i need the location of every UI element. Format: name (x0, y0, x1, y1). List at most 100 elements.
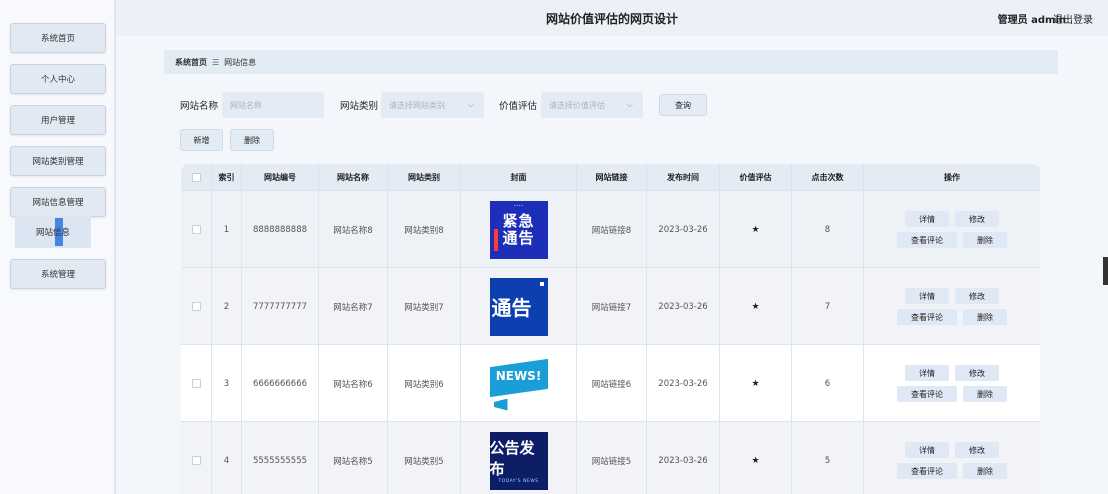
cover-cell: 公告发布 TODAY'S NEWS (461, 422, 577, 494)
row-select-cell (181, 345, 212, 422)
cover-text: 通告 (491, 296, 532, 320)
detail-button[interactable]: 详情 (905, 365, 949, 381)
site-name-placeholder: 网站名称 (230, 100, 262, 110)
delete-button[interactable]: 删除 (963, 386, 1007, 402)
row-select-cell (181, 422, 212, 494)
category-cell: 网站类别7 (388, 268, 461, 345)
date-cell: 2023-03-26 (647, 422, 720, 494)
actions-cell: 详情 修改 查看评论 删除 (864, 268, 1040, 345)
cover-image: •••• 紧急 通告 (489, 200, 548, 259)
sidebar-subitem-site-info[interactable]: 网站信息 (15, 216, 91, 248)
site-category-select[interactable]: 请选择网站类别 ⌵ (381, 92, 484, 118)
delete-button[interactable]: 删除 (963, 232, 1007, 248)
rating-cell: ★ (720, 268, 792, 345)
edit-button[interactable]: 修改 (955, 365, 999, 381)
view-comments-button[interactable]: 查看评论 (897, 386, 957, 402)
actions-cell: 详情 修改 查看评论 删除 (864, 345, 1040, 422)
row-checkbox[interactable] (191, 379, 201, 388)
cover-cell: •••• 紧急 通告 (461, 191, 577, 268)
detail-button[interactable]: 详情 (905, 442, 949, 458)
column-header: 网站链接 (577, 164, 647, 190)
top-header: 网站价值评估的网页设计 管理员 admin 退出登录 (116, 0, 1108, 36)
delete-button[interactable]: 删除 (963, 463, 1007, 479)
sidebar-item-site-info-management[interactable]: 网站信息管理 (10, 187, 106, 217)
breadcrumb-separator-icon: ☰ (212, 57, 220, 67)
table-row: 1 8888888888 网站名称8 网站类别8 •••• 紧急 通告 网站链接… (181, 190, 1040, 268)
link-cell[interactable]: 网站链接5 (577, 422, 647, 494)
sidebar-item-system[interactable]: 系统管理 (10, 259, 106, 289)
batch-delete-button[interactable]: 删除 (230, 129, 274, 151)
detail-button[interactable]: 详情 (905, 211, 949, 227)
category-cell: 网站类别5 (388, 422, 461, 494)
chevron-down-icon: ⌵ (626, 100, 633, 109)
rating-placeholder: 请选择价值评估 (549, 100, 605, 110)
sidebar-item-label: 系统管理 (40, 270, 75, 280)
cover-cell: 通告 (461, 268, 577, 345)
site-name-input[interactable]: 网站名称 (222, 92, 324, 118)
query-button[interactable]: 查询 (659, 94, 707, 116)
table-header: 索引 网站编号 网站名称 网站类别 封面 网站链接 发布时间 价值评估 点击次数… (181, 164, 1040, 190)
column-header: 索引 (212, 164, 242, 190)
sidebar-item-site-categories[interactable]: 网站类别管理 (10, 146, 106, 176)
sidebar-item-home[interactable]: 系统首页 (10, 23, 106, 53)
table-row: 3 6666666666 网站名称6 网站类别6 NEWS! 网站链接6 202… (181, 344, 1040, 422)
row-checkbox[interactable] (191, 225, 201, 234)
cover-text: 紧急 (502, 211, 535, 230)
column-header: 价值评估 (720, 164, 792, 190)
category-cell: 网站类别8 (388, 191, 461, 268)
site-category-label: 网站类别 (340, 101, 379, 112)
cover-decoration (493, 228, 498, 251)
cover-text: 通告 (502, 228, 535, 247)
breadcrumb-current: 网站信息 (224, 57, 257, 67)
site-name-label: 网站名称 (180, 101, 219, 112)
code-cell: 5555555555 (242, 422, 319, 494)
logout-link[interactable]: 退出登录 (1053, 11, 1093, 26)
column-header: 网站类别 (388, 164, 461, 190)
name-cell: 网站名称8 (319, 191, 388, 268)
row-checkbox[interactable] (191, 456, 201, 465)
select-all-checkbox[interactable] (191, 172, 201, 182)
rating-select[interactable]: 请选择价值评估 ⌵ (541, 92, 643, 118)
breadcrumb: 系统首页 ☰ 网站信息 (164, 50, 1058, 74)
cover-text: 公告发布 (489, 439, 535, 478)
name-cell: 网站名称5 (319, 422, 388, 494)
category-cell: 网站类别6 (388, 345, 461, 422)
row-checkbox[interactable] (191, 302, 201, 311)
rating-cell: ★ (720, 191, 792, 268)
edit-button[interactable]: 修改 (955, 442, 999, 458)
view-comments-button[interactable]: 查看评论 (897, 463, 957, 479)
column-header: 操作 (944, 172, 960, 182)
cover-text: NEWS! (495, 368, 542, 383)
actions-cell: 详情 修改 查看评论 删除 (864, 422, 1040, 494)
link-cell[interactable]: 网站链接8 (577, 191, 647, 268)
edit-button[interactable]: 修改 (955, 288, 999, 304)
add-button[interactable]: 新增 (180, 129, 223, 151)
sidebar: 系统首页 个人中心 用户管理 网站类别管理 网站信息管理 网站信息 系统管理 (0, 0, 116, 494)
date-cell: 2023-03-26 (647, 268, 720, 345)
column-header: 网站名称 (319, 164, 388, 190)
index-cell: 4 (212, 422, 242, 494)
sidebar-subitem-label: 网站信息 (35, 228, 70, 238)
link-cell[interactable]: 网站链接7 (577, 268, 647, 345)
breadcrumb-home[interactable]: 系统首页 (175, 57, 207, 68)
link-cell[interactable]: 网站链接6 (577, 345, 647, 422)
cover-image: NEWS! (489, 354, 548, 413)
detail-button[interactable]: 详情 (905, 288, 949, 304)
name-cell: 网站名称6 (319, 345, 388, 422)
code-cell: 8888888888 (242, 191, 319, 268)
sidebar-item-profile[interactable]: 个人中心 (10, 64, 106, 94)
view-comments-button[interactable]: 查看评论 (897, 309, 957, 325)
view-comments-button[interactable]: 查看评论 (897, 232, 957, 248)
cover-text: TODAY'S NEWS (498, 479, 539, 484)
edit-button[interactable]: 修改 (955, 211, 999, 227)
column-header: 点击次数 (792, 164, 864, 190)
clicks-cell: 7 (792, 268, 864, 345)
delete-button[interactable]: 删除 (963, 309, 1007, 325)
rating-label: 价值评估 (499, 101, 538, 112)
cover-cell: NEWS! (461, 345, 577, 422)
date-cell: 2023-03-26 (647, 345, 720, 422)
table-row: 4 5555555555 网站名称5 网站类别5 公告发布 TODAY'S NE… (181, 421, 1040, 494)
column-header: 网站编号 (242, 164, 319, 190)
sidebar-item-users[interactable]: 用户管理 (10, 105, 106, 135)
scrollbar-thumb[interactable] (1103, 257, 1108, 285)
